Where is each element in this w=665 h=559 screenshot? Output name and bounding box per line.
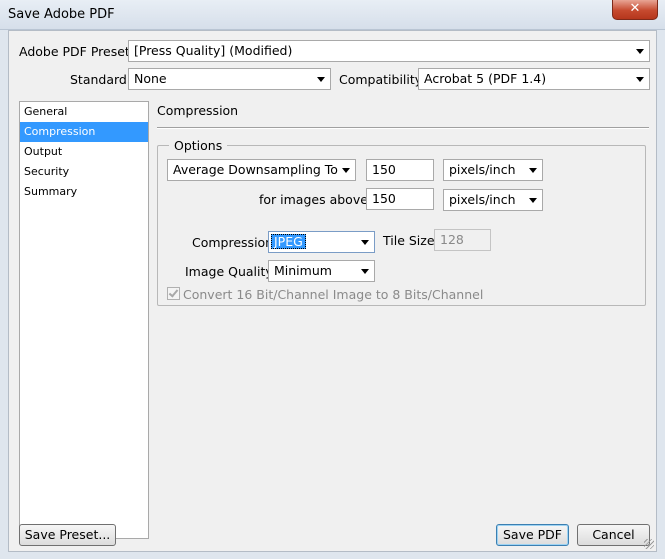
images-above-unit-value: pixels/inch	[449, 192, 516, 207]
standard-dropdown[interactable]: None	[128, 68, 331, 90]
standard-label: Standard:	[70, 72, 132, 87]
standard-value: None	[134, 71, 167, 86]
window-title: Save Adobe PDF	[8, 7, 115, 22]
save-preset-button[interactable]: Save Preset...	[19, 524, 116, 546]
chevron-down-icon	[529, 168, 537, 173]
sidebar-item-security[interactable]: Security	[20, 162, 148, 182]
resolution-unit-value: pixels/inch	[449, 162, 516, 177]
sidebar-item-compression[interactable]: Compression	[20, 122, 148, 142]
preset-dropdown[interactable]: [Press Quality] (Modified)	[128, 40, 650, 62]
convert-16bit-label: Convert 16 Bit/Channel Image to 8 Bits/C…	[183, 287, 484, 302]
cancel-button[interactable]: Cancel	[577, 524, 650, 546]
save-pdf-button[interactable]: Save PDF	[496, 524, 569, 546]
section-divider	[157, 127, 649, 129]
downsampling-value: Average Downsampling To	[173, 162, 338, 177]
resize-grip-icon[interactable]	[644, 539, 654, 549]
convert-16bit-checkbox[interactable]	[167, 287, 180, 300]
close-icon: ✕	[629, 1, 641, 16]
compression-value: JPEG	[271, 234, 306, 249]
images-above-input[interactable]: 150	[366, 188, 434, 210]
images-above-label: for images above:	[259, 192, 373, 207]
image-quality-label: Image Quality:	[185, 264, 277, 279]
sidebar-item-output[interactable]: Output	[20, 142, 148, 162]
chevron-down-icon	[636, 49, 644, 54]
dialog-body: Adobe PDF Preset: [Press Quality] (Modif…	[8, 30, 657, 552]
title-bar: Save Adobe PDF ✕	[0, 0, 665, 30]
chevron-down-icon	[529, 198, 537, 203]
downsampling-dropdown[interactable]: Average Downsampling To	[167, 159, 356, 181]
preset-label: Adobe PDF Preset:	[19, 44, 135, 59]
chevron-down-icon	[317, 77, 325, 82]
tile-size-label: Tile Size:	[383, 233, 439, 248]
chevron-down-icon	[636, 77, 644, 82]
compression-label: Compression:	[192, 235, 278, 250]
chevron-down-icon	[342, 168, 350, 173]
close-button[interactable]: ✕	[612, 0, 658, 20]
compatibility-value: Acrobat 5 (PDF 1.4)	[424, 71, 547, 86]
category-list: General Compression Output Security Summ…	[19, 101, 149, 539]
chevron-down-icon	[361, 269, 369, 274]
section-title: Compression	[157, 103, 239, 118]
compatibility-label: Compatibility:	[339, 72, 426, 87]
sidebar-item-summary[interactable]: Summary	[20, 182, 148, 202]
resolution-unit-dropdown[interactable]: pixels/inch	[443, 159, 543, 181]
image-quality-dropdown[interactable]: Minimum	[268, 260, 375, 282]
checkmark-icon	[168, 287, 179, 298]
chevron-down-icon	[361, 240, 369, 245]
image-quality-value: Minimum	[274, 263, 332, 278]
images-above-unit-dropdown[interactable]: pixels/inch	[443, 189, 543, 211]
sidebar-item-general[interactable]: General	[20, 102, 148, 122]
compatibility-dropdown[interactable]: Acrobat 5 (PDF 1.4)	[418, 68, 650, 90]
tile-size-input: 128	[434, 229, 491, 251]
options-legend: Options	[169, 138, 228, 153]
compression-dropdown[interactable]: JPEG	[268, 231, 375, 253]
resolution-input[interactable]: 150	[366, 159, 434, 181]
preset-value: [Press Quality] (Modified)	[134, 43, 293, 58]
